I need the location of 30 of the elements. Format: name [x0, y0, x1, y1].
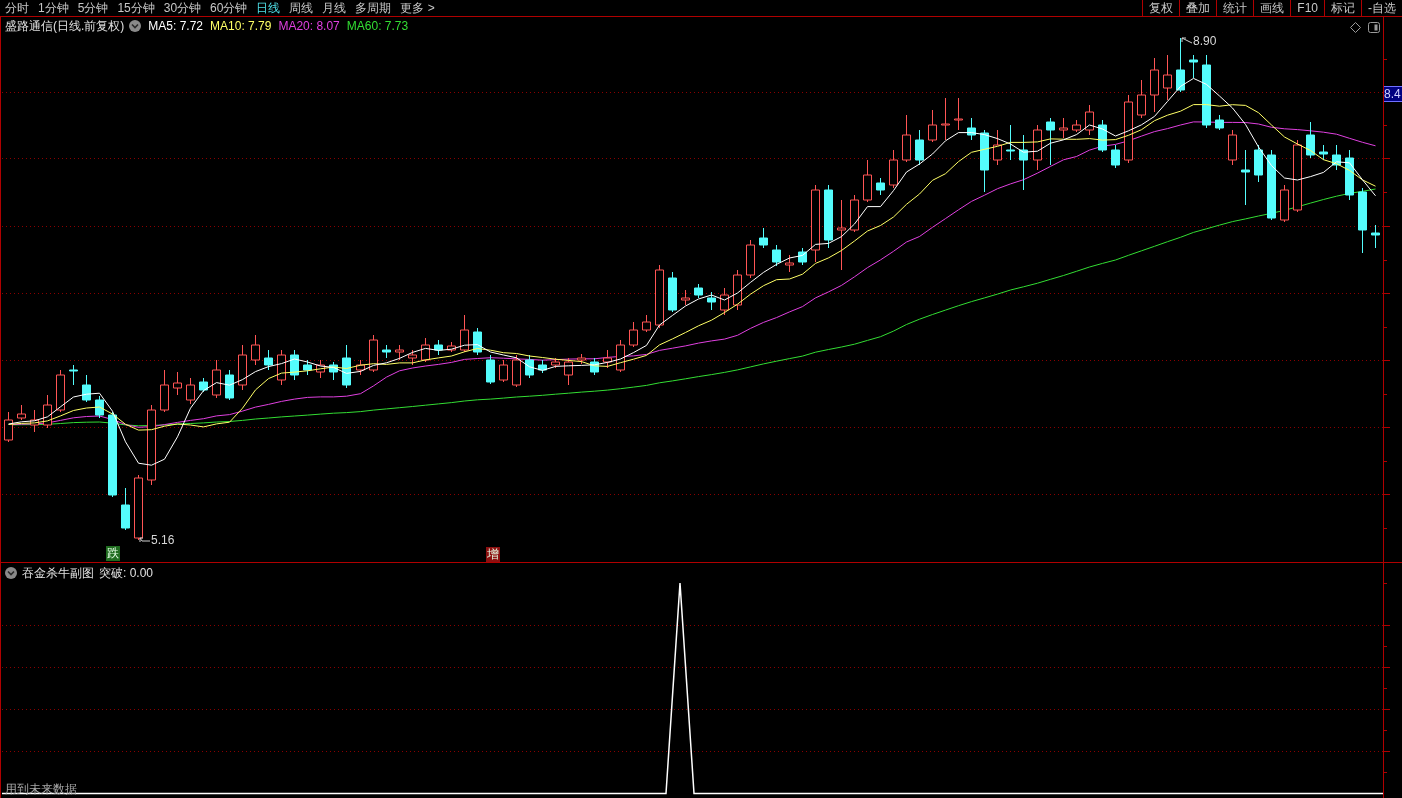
- period-tab[interactable]: 多周期: [355, 0, 392, 16]
- indicator-value: MA5: 7.72: [148, 19, 204, 33]
- signal-label: 增: [486, 547, 500, 562]
- period-tab[interactable]: 1分钟: [38, 0, 69, 16]
- high-price-label: 8.90: [1193, 35, 1217, 48]
- period-tab[interactable]: 30分钟: [163, 0, 202, 16]
- dropdown-icon[interactable]: [129, 20, 142, 32]
- price-tag: 8.4: [1384, 86, 1402, 102]
- warning-text: 用到未来数据: [5, 783, 77, 796]
- diamond-icon[interactable]: [1350, 22, 1361, 33]
- period-tab[interactable]: 日线: [256, 0, 281, 16]
- period-tab[interactable]: 月线: [322, 0, 347, 16]
- indicator-title: 吞金杀牛副图: [22, 566, 94, 580]
- panel-toggle-icon[interactable]: [1368, 22, 1380, 33]
- indicator-value: MA10: 7.79: [210, 19, 272, 33]
- period-tab[interactable]: 更多 >: [400, 0, 435, 16]
- dropdown-icon[interactable]: [5, 567, 17, 579]
- period-tab[interactable]: 5分钟: [77, 0, 109, 16]
- stock-title: 盛路通信(日线.前复权): [5, 19, 125, 33]
- period-tab[interactable]: 周线: [289, 0, 314, 16]
- low-price-label: 5.16: [151, 534, 175, 547]
- period-tab[interactable]: 60分钟: [210, 0, 248, 16]
- indicator-value: MA20: 8.07: [278, 19, 340, 33]
- indicator-value: MA60: 7.73: [346, 19, 409, 33]
- period-tab[interactable]: 分时: [5, 0, 29, 16]
- period-tab[interactable]: 15分钟: [117, 0, 155, 16]
- indicator-reading: 突破: 0.00: [99, 566, 154, 580]
- arrow-icon: [1181, 37, 1192, 46]
- signal-label: 跌: [106, 546, 120, 561]
- arrow-icon: [139, 536, 150, 545]
